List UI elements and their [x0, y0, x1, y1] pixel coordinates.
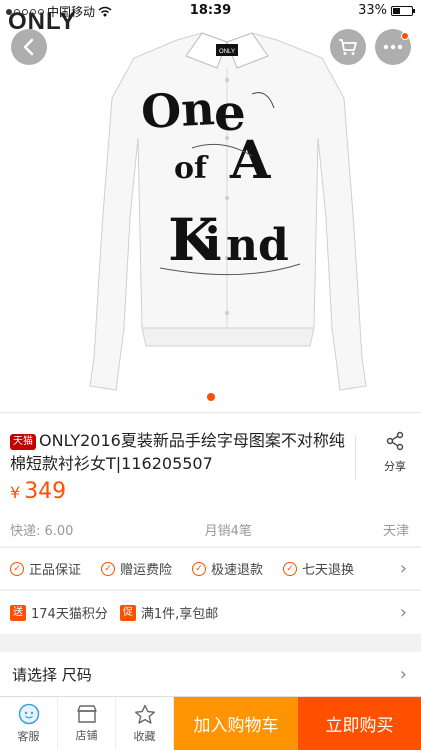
more-button[interactable] — [375, 29, 411, 65]
product-image-area[interactable]: 中国移动 18:39 33% ONLY ONLY On e of A K i n… — [0, 0, 421, 412]
battery-percent: 33% — [358, 3, 387, 18]
bottom-action-bar: 客服 店铺 收藏 加入购物车 立即购买 — [0, 696, 421, 750]
check-icon: ✓ — [192, 561, 207, 576]
product-shirt-image: ONLY On e of A K i nd — [89, 32, 367, 391]
cart-button[interactable] — [330, 29, 366, 65]
promo-tag-icon: 促 — [119, 604, 136, 621]
more-icon — [383, 44, 403, 50]
store-icon — [76, 705, 97, 723]
promo-shipping: 促 满1件,享包邮 — [119, 603, 218, 622]
chevron-right-icon: › — [399, 602, 407, 623]
pager-dot-active — [206, 393, 215, 401]
service-icon — [18, 703, 39, 725]
battery-status: 33% — [358, 3, 415, 18]
guarantee-item: ✓ 极速退款 — [192, 559, 263, 578]
price-currency: ¥ — [10, 483, 21, 502]
guarantees-row[interactable]: ✓ 正品保证 ✓ 赠运费险 ✓ 极速退款 ✓ 七天退换 › — [0, 547, 421, 589]
share-button[interactable]: 分享 — [381, 431, 409, 474]
product-title-text: ONLY2016夏装新品手绘字母图案不对称纯棉短款衬衫女T|116205507 — [10, 431, 345, 473]
share-icon — [386, 431, 404, 451]
notification-dot — [401, 32, 409, 40]
battery-icon — [391, 5, 415, 16]
promotions-row[interactable]: 送 174天猫积分 促 满1件,享包邮 › — [0, 590, 421, 634]
guarantee-item: ✓ 赠运费险 — [101, 559, 172, 578]
gift-tag-icon: 送 — [10, 604, 26, 621]
store-button[interactable]: 店铺 — [58, 697, 116, 750]
svg-text:i: i — [204, 217, 221, 271]
star-icon — [134, 704, 155, 724]
guarantee-item: ✓ 正品保证 — [10, 559, 81, 578]
tmall-badge: 天猫 — [10, 434, 36, 450]
monthly-sales: 月销4笔 — [204, 524, 252, 539]
chevron-right-icon: › — [399, 558, 407, 579]
status-bar: 中国移动 18:39 33% — [0, 0, 421, 22]
share-label: 分享 — [384, 460, 406, 473]
chevron-right-icon: › — [399, 663, 407, 685]
shirt-brand-label: ONLY — [219, 49, 235, 55]
svg-text:On: On — [140, 81, 216, 139]
guarantee-item: ✓ 七天退换 — [283, 559, 354, 578]
product-title: 天猫 ONLY2016夏装新品手绘字母图案不对称纯棉短款衬衫女T|11620550… — [10, 429, 346, 475]
share-divider — [355, 435, 356, 479]
favorite-button[interactable]: 收藏 — [116, 697, 174, 750]
svg-text:A: A — [229, 130, 271, 191]
select-size-row[interactable]: 请选择 尺码 › — [0, 652, 421, 696]
ship-location: 天津 — [382, 524, 409, 539]
promo-points: 送 174天猫积分 — [10, 603, 108, 622]
svg-text:of: of — [174, 151, 209, 186]
price-value: 349 — [24, 479, 67, 504]
chevron-left-icon — [23, 38, 34, 56]
select-size-label: 请选择 尺码 — [12, 665, 92, 684]
check-icon: ✓ — [283, 561, 298, 576]
product-meta: 快递: 6.00 月销4笔 天津 — [10, 520, 409, 539]
back-button[interactable] — [11, 29, 47, 65]
shipping-fee: 快递: 6.00 — [10, 524, 74, 539]
add-to-cart-button[interactable]: 加入购物车 — [174, 697, 298, 750]
cart-icon — [339, 39, 357, 55]
product-price: ¥349 — [10, 479, 66, 504]
check-icon: ✓ — [10, 561, 24, 576]
customer-service-button[interactable]: 客服 — [0, 697, 58, 750]
svg-text:nd: nd — [226, 220, 289, 271]
check-icon: ✓ — [101, 561, 116, 576]
buy-now-button[interactable]: 立即购买 — [298, 697, 421, 750]
image-pager — [0, 393, 421, 401]
